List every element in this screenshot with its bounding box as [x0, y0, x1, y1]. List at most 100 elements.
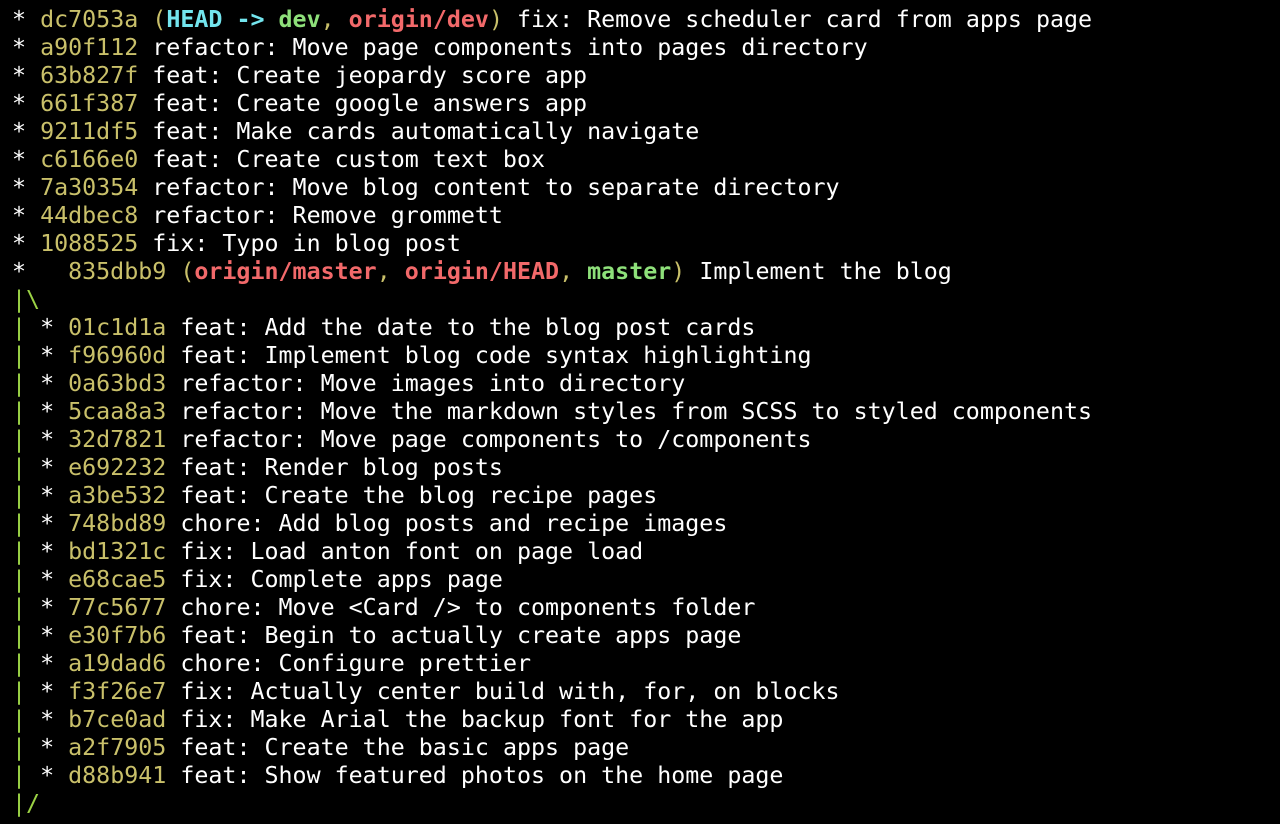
graph-edge: | — [12, 454, 41, 481]
commit-hash: a3be532 — [68, 482, 167, 509]
commit-message: feat: Begin to actually create apps page — [180, 622, 742, 649]
commit-message: feat: Create the blog recipe pages — [180, 482, 658, 509]
graph-edge: | — [12, 594, 41, 621]
graph-edge: | — [12, 678, 41, 705]
commit-line: * 9211df5 feat: Make cards automatically… — [12, 118, 1280, 146]
commit-line: * 63b827f feat: Create jeopardy score ap… — [12, 62, 1280, 90]
terminal-window[interactable]: * dc7053a (HEAD -> dev, origin/dev) fix:… — [0, 0, 1280, 824]
graph-node: * — [12, 230, 41, 257]
commit-line: | * 748bd89 chore: Add blog posts and re… — [12, 510, 1280, 538]
ref-separator: , — [376, 258, 405, 285]
commit-line: | * e68cae5 fix: Complete apps page — [12, 566, 1280, 594]
ref-remote-branch: origin/HEAD — [404, 258, 560, 285]
commit-line: | * e692232 feat: Render blog posts — [12, 454, 1280, 482]
commit-hash: f96960d — [68, 342, 167, 369]
merge-commit-line: * 835dbb9 (origin/master, origin/HEAD, m… — [12, 258, 1280, 286]
commit-message: feat: Create custom text box — [152, 146, 546, 173]
commit-message: fix: Remove scheduler card from apps pag… — [502, 6, 1093, 33]
graph-node: * — [12, 146, 41, 173]
ref-separator: , — [559, 258, 588, 285]
graph-node: * — [40, 538, 69, 565]
commit-line: | * e30f7b6 feat: Begin to actually crea… — [12, 622, 1280, 650]
ref-paren-open: ( — [180, 258, 195, 285]
graph-node: * — [40, 454, 69, 481]
graph-edge: | — [12, 622, 41, 649]
graph-edge: | — [12, 510, 41, 537]
graph-edge: | — [12, 482, 41, 509]
graph-edge: | — [12, 314, 41, 341]
graph-edge: | — [12, 370, 41, 397]
commit-hash: e692232 — [68, 454, 167, 481]
commit-hash: 661f387 — [40, 90, 139, 117]
graph-node: * — [40, 594, 69, 621]
git-log-graph: * dc7053a (HEAD -> dev, origin/dev) fix:… — [12, 6, 1280, 818]
commit-hash: 5caa8a3 — [68, 398, 167, 425]
ref-paren-open: ( — [152, 6, 167, 33]
commit-message: feat: Show featured photos on the home p… — [180, 762, 784, 789]
graph-edge: |/ — [12, 790, 41, 817]
graph-edge: | — [12, 398, 41, 425]
commit-message: feat: Implement blog code syntax highlig… — [180, 342, 812, 369]
graph-node: * — [12, 258, 69, 285]
ref-local-branch: dev — [278, 6, 321, 33]
commit-message: refactor: Move the markdown styles from … — [180, 398, 1093, 425]
commit-hash: 7a30354 — [40, 174, 139, 201]
graph-node: * — [40, 762, 69, 789]
commit-hash: 1088525 — [40, 230, 139, 257]
graph-node: * — [40, 398, 69, 425]
graph-node: * — [40, 566, 69, 593]
commit-line: | * 32d7821 refactor: Move page componen… — [12, 426, 1280, 454]
commit-line: * a90f112 refactor: Move page components… — [12, 34, 1280, 62]
commit-line: * 661f387 feat: Create google answers ap… — [12, 90, 1280, 118]
commit-hash: b7ce0ad — [68, 706, 167, 733]
commit-line: | * 01c1d1a feat: Add the date to the bl… — [12, 314, 1280, 342]
graph-node: * — [40, 734, 69, 761]
commit-message: feat: Make cards automatically navigate — [152, 118, 700, 145]
graph-edge: |\ — [12, 286, 41, 313]
commit-message: fix: Actually center build with, for, on… — [180, 678, 840, 705]
commit-line: * 44dbec8 refactor: Remove grommett — [12, 202, 1280, 230]
graph-node: * — [12, 202, 41, 229]
commit-line: * 7a30354 refactor: Move blog content to… — [12, 174, 1280, 202]
graph-edge: | — [12, 762, 41, 789]
commit-hash: 01c1d1a — [68, 314, 167, 341]
graph-edge: | — [12, 566, 41, 593]
commit-line: * dc7053a (HEAD -> dev, origin/dev) fix:… — [12, 6, 1280, 34]
commit-line: | * f3f26e7 fix: Actually center build w… — [12, 678, 1280, 706]
commit-message: chore: Move <Card /> to components folde… — [180, 594, 756, 621]
commit-hash: 44dbec8 — [40, 202, 139, 229]
commit-hash: f3f26e7 — [68, 678, 167, 705]
ref-separator: , — [320, 6, 349, 33]
commit-line: | * d88b941 feat: Show featured photos o… — [12, 762, 1280, 790]
graph-node: * — [12, 6, 41, 33]
graph-node: * — [40, 510, 69, 537]
commit-message: fix: Complete apps page — [180, 566, 503, 593]
commit-line: | * f96960d feat: Implement blog code sy… — [12, 342, 1280, 370]
commit-hash: e68cae5 — [68, 566, 167, 593]
commit-hash: a2f7905 — [68, 734, 167, 761]
commit-hash: 0a63bd3 — [68, 370, 167, 397]
ref-paren-close: ) — [671, 258, 686, 285]
ref-paren-close: ) — [488, 6, 503, 33]
commit-line: | * b7ce0ad fix: Make Arial the backup f… — [12, 706, 1280, 734]
graph-node: * — [40, 370, 69, 397]
graph-edge: | — [12, 706, 41, 733]
graph-node: * — [40, 650, 69, 677]
commit-message: chore: Add blog posts and recipe images — [180, 510, 728, 537]
graph-node: * — [40, 426, 69, 453]
commit-line: * c6166e0 feat: Create custom text box — [12, 146, 1280, 174]
graph-branch-close: |/ — [12, 790, 1280, 818]
commit-message: Implement the blog — [685, 258, 952, 285]
commit-message: refactor: Move page components to /compo… — [180, 426, 812, 453]
commit-message: refactor: Remove grommett — [152, 202, 503, 229]
commit-hash: 748bd89 — [68, 510, 167, 537]
graph-node: * — [12, 90, 41, 117]
graph-branch-open: |\ — [12, 286, 1280, 314]
commit-message: feat: Render blog posts — [180, 454, 503, 481]
graph-node: * — [40, 482, 69, 509]
commit-message: fix: Typo in blog post — [152, 230, 461, 257]
ref-remote-branch: origin/master — [194, 258, 377, 285]
graph-node: * — [40, 314, 69, 341]
commit-hash: 32d7821 — [68, 426, 167, 453]
graph-edge: | — [12, 734, 41, 761]
